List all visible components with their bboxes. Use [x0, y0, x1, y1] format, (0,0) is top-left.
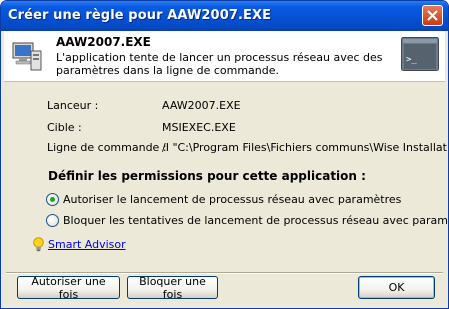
lightbulb-icon	[33, 237, 44, 252]
permissions-title: Définir les permissions pour cette appli…	[48, 169, 366, 183]
smart-advisor[interactable]: Smart Advisor	[32, 237, 126, 253]
title-bar[interactable]: Créer une règle pour AAW2007.EXE	[1, 1, 448, 31]
launcher-value: AAW2007.EXE	[162, 99, 241, 112]
command-line-label: Ligne de commande :	[47, 141, 167, 154]
dialog-header: AAW2007.EXE L'application tente de lance…	[4, 31, 445, 82]
radio-block-label[interactable]: Bloquer les tentatives de lancement de p…	[63, 214, 448, 227]
svg-text:>_: >_	[406, 55, 417, 65]
close-icon	[427, 10, 438, 21]
launcher-label: Lanceur :	[47, 99, 99, 112]
smart-advisor-link[interactable]: Smart Advisor	[48, 238, 126, 251]
header-description: L'application tente de lancer un process…	[56, 51, 383, 77]
radio-allow[interactable]	[46, 193, 59, 206]
app-name: AAW2007.EXE	[56, 35, 151, 49]
target-label: Cible :	[47, 121, 82, 134]
terminal-icon: >_	[401, 37, 439, 71]
command-line-value: /I "C:\Program Files\Fichiers communs\Wi…	[162, 141, 449, 154]
dialog-body: Lanceur : AAW2007.EXE Cible : MSIEXEC.EX…	[4, 82, 448, 308]
radio-block[interactable]	[46, 214, 59, 227]
radio-allow-label[interactable]: Autoriser le lancement de processus rése…	[63, 193, 401, 206]
block-once-button[interactable]: Bloquer une fois	[127, 275, 218, 301]
computer-icon	[12, 42, 42, 71]
window-title: Créer une règle pour AAW2007.EXE	[8, 8, 272, 23]
allow-once-button[interactable]: Autoriser une fois	[17, 275, 120, 301]
target-value: MSIEXEC.EXE	[162, 121, 236, 134]
close-button[interactable]	[422, 5, 443, 26]
dialog-window: Créer une règle pour AAW2007.EXE AAW2007…	[0, 0, 449, 309]
ok-button[interactable]: OK	[358, 276, 435, 299]
